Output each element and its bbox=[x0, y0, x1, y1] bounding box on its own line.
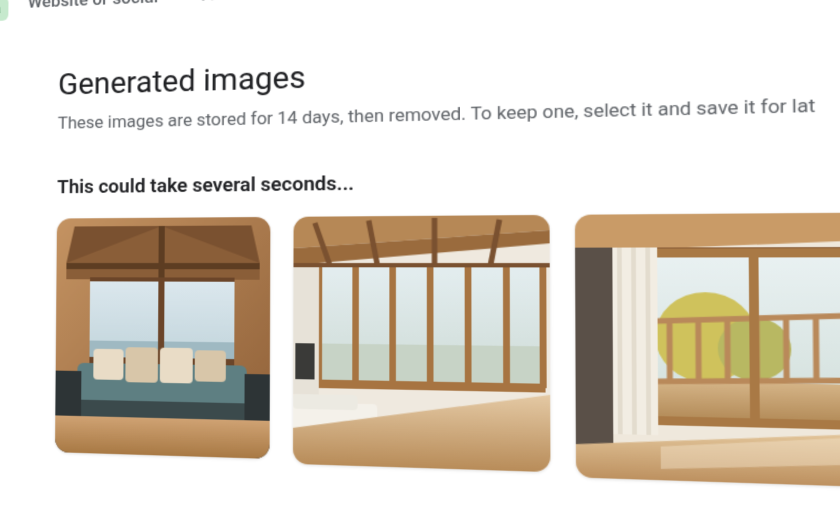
section-title: Generated images bbox=[58, 34, 840, 102]
tab-free-stock-images[interactable]: Free stock images bbox=[201, 0, 349, 6]
generated-images-section: Generated images These images are stored… bbox=[55, 34, 840, 494]
beta-badge-text: eta bbox=[0, 1, 1, 18]
generated-image-3[interactable] bbox=[575, 211, 840, 490]
source-tabs: Website or social Free stock images bbox=[28, 0, 349, 13]
image-grid bbox=[55, 211, 840, 495]
loading-text: This could take several seconds... bbox=[57, 160, 840, 198]
generated-image-2[interactable] bbox=[293, 215, 551, 472]
image-picker-panel: eta Website or social Free stock images … bbox=[0, 0, 840, 525]
tab-website-or-social[interactable]: Website or social bbox=[28, 0, 159, 13]
beta-badge: eta bbox=[0, 0, 9, 22]
generated-image-1[interactable] bbox=[55, 217, 270, 459]
viewport: eta Website or social Free stock images … bbox=[0, 0, 840, 525]
